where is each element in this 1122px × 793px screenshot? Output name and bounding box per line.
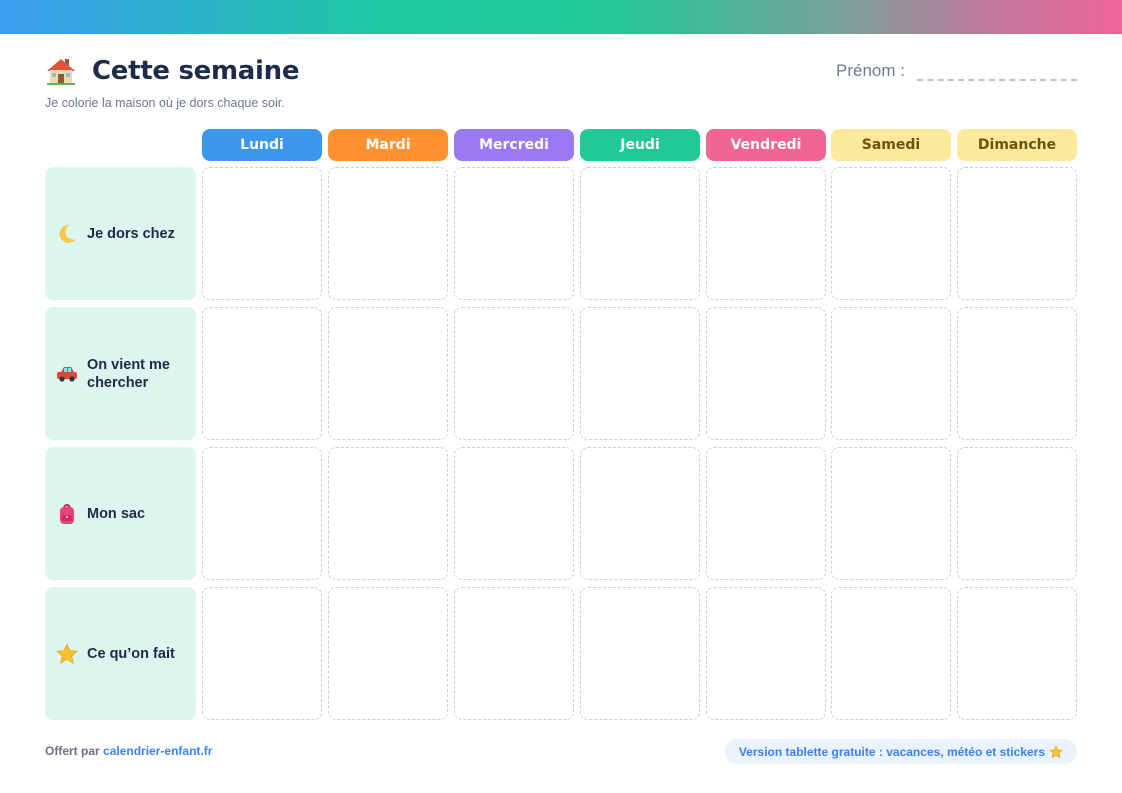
day-header-dimanche: Dimanche: [957, 129, 1077, 161]
page-title: Cette semaine: [92, 56, 300, 86]
grid-cell[interactable]: [580, 307, 700, 440]
row-label-mon-sac: Mon sac: [45, 447, 196, 580]
grid-cell[interactable]: [831, 307, 951, 440]
grid-cell[interactable]: [328, 447, 448, 580]
grid-cell[interactable]: [202, 167, 322, 300]
grid-cell[interactable]: [957, 447, 1077, 580]
grid-cell[interactable]: [328, 587, 448, 720]
grid-cell[interactable]: [831, 167, 951, 300]
backpack-icon: [60, 503, 74, 524]
star-icon: [1049, 744, 1063, 758]
grid-cell[interactable]: [454, 447, 574, 580]
car-icon: [57, 366, 77, 382]
footer-promo-text: Version tablette gratuite : vacances, mé…: [738, 744, 1045, 759]
grid-cell[interactable]: [454, 587, 574, 720]
row-label-on-vient-me-chercher: On vient me chercher: [45, 307, 196, 440]
footer-credit: Offert par calendrier-enfant.fr: [45, 744, 212, 758]
day-header-vendredi: Vendredi: [706, 129, 826, 161]
prenom-label: Prénom :: [836, 61, 905, 80]
grid-cell[interactable]: [957, 307, 1077, 440]
grid-cell[interactable]: [202, 587, 322, 720]
grid-cell[interactable]: [328, 167, 448, 300]
day-header-lundi: Lundi: [202, 129, 322, 161]
grid-cell[interactable]: [706, 167, 826, 300]
row-label-text: Je dors chez: [87, 225, 175, 242]
moon-icon: [59, 224, 76, 243]
grid-cell[interactable]: [706, 307, 826, 440]
footer-site-link[interactable]: calendrier-enfant.fr: [103, 744, 212, 758]
page-subtitle: Je colorie la maison où je dors chaque s…: [45, 96, 285, 110]
row-label-ce-quon-fait: Ce qu’on fait: [45, 587, 196, 720]
prenom-field[interactable]: Prénom :: [836, 61, 1077, 81]
day-header-mercredi: Mercredi: [454, 129, 574, 161]
grid-cell[interactable]: [706, 447, 826, 580]
day-header-samedi: Samedi: [831, 129, 951, 161]
grid-cell[interactable]: [580, 447, 700, 580]
day-header-jeudi: Jeudi: [580, 129, 700, 161]
row-label-je-dors-chez: Je dors chez: [45, 167, 196, 300]
grid-cell[interactable]: [706, 587, 826, 720]
grid-cell[interactable]: [202, 447, 322, 580]
house-icon: [47, 59, 75, 85]
grid-cell[interactable]: [580, 587, 700, 720]
grid-cell[interactable]: [328, 307, 448, 440]
header: Cette semaine Je colorie la maison où je…: [45, 55, 1077, 115]
top-gradient-bar: [0, 0, 1122, 34]
grid-cell[interactable]: [831, 447, 951, 580]
grid-cell[interactable]: [202, 307, 322, 440]
grid-cell[interactable]: [957, 587, 1077, 720]
star-icon: [56, 642, 78, 664]
row-label-text: Mon sac: [87, 505, 146, 522]
row-label-text: Ce qu’on fait: [87, 645, 175, 662]
grid-cell[interactable]: [957, 167, 1077, 300]
footer-offered-by: Offert par: [45, 744, 100, 758]
grid-cell[interactable]: [454, 307, 574, 440]
footer-promo-badge[interactable]: Version tablette gratuite : vacances, mé…: [724, 739, 1077, 764]
row-label-text: On vient me chercher: [87, 356, 170, 391]
grid-cell[interactable]: [580, 167, 700, 300]
day-header-mardi: Mardi: [328, 129, 448, 161]
grid-cell[interactable]: [454, 167, 574, 300]
grid-cell[interactable]: [831, 587, 951, 720]
prenom-write-line[interactable]: [917, 67, 1077, 81]
